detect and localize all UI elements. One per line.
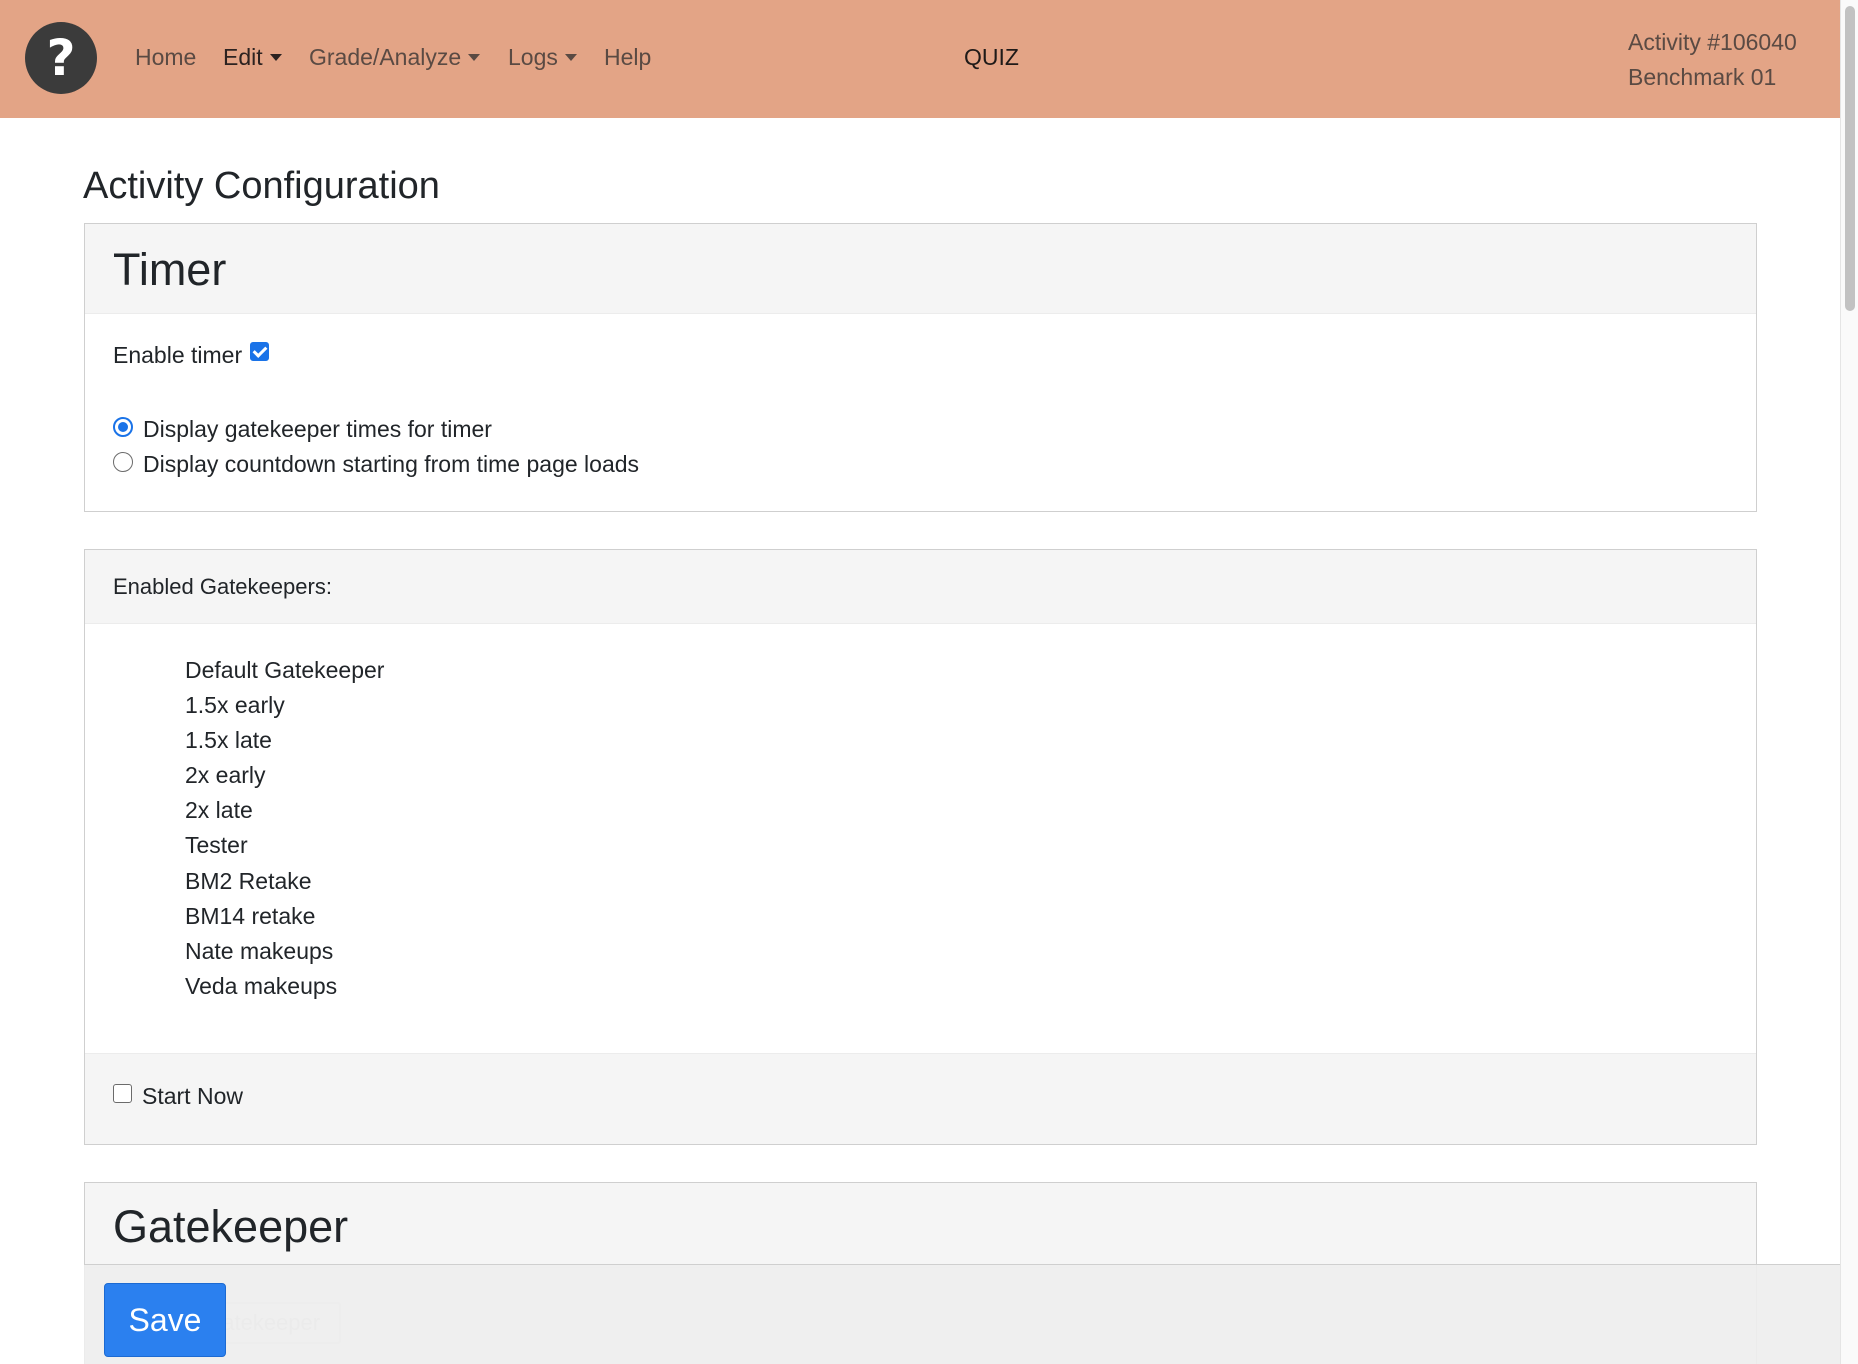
enable-timer-label: Enable timer — [113, 342, 243, 368]
activity-name: Benchmark 01 — [1628, 64, 1777, 90]
scrollbar-thumb[interactable] — [1845, 6, 1855, 311]
save-bar — [84, 1264, 1840, 1364]
page-title: Activity Configuration — [83, 165, 440, 207]
chevron-down-icon — [468, 54, 481, 61]
nav-grade-analyze[interactable]: Grade/Analyze — [309, 44, 481, 71]
list-item: 1.5x early — [185, 692, 285, 719]
list-item: 2x late — [185, 797, 253, 824]
save-button[interactable]: Save — [104, 1283, 226, 1357]
list-item: 2x early — [185, 762, 266, 789]
timer-option-countdown[interactable]: Display countdown starting from time pag… — [113, 451, 639, 478]
list-item: Tester — [185, 832, 248, 859]
timer-card-header: Timer — [85, 224, 1756, 314]
nav-home[interactable]: Home — [135, 44, 196, 71]
activity-type-title: QUIZ — [964, 44, 1019, 70]
page-scrollbar[interactable] — [1840, 0, 1858, 1364]
nav-home-label: Home — [135, 44, 197, 70]
nav-logs-label: Logs — [508, 44, 558, 70]
start-now-checkbox[interactable] — [113, 1084, 132, 1103]
nav-help-label: Help — [604, 44, 652, 70]
timer-card: Timer Enable timer Display gatekeeper ti… — [84, 223, 1757, 512]
enable-timer-checkbox[interactable] — [250, 342, 270, 361]
timer-option-countdown-radio[interactable] — [113, 451, 133, 472]
activity-id: Activity #106040 — [1628, 29, 1797, 55]
nav-edit[interactable]: Edit — [223, 44, 282, 71]
enabled-gatekeepers-header: Enabled Gatekeepers: — [85, 550, 1756, 624]
activity-info: Activity #106040 Benchmark 01 — [1628, 25, 1797, 95]
enabled-gatekeepers-card: Enabled Gatekeepers: Default Gatekeeper … — [84, 549, 1757, 1145]
timer-card-title: Timer — [113, 244, 227, 295]
timer-option-gatekeeper[interactable]: Display gatekeeper times for timer — [113, 416, 492, 443]
list-item: BM14 retake — [185, 902, 316, 929]
list-item: BM2 Retake — [185, 867, 312, 894]
nav-help[interactable]: Help — [604, 44, 651, 71]
nav-grade-analyze-label: Grade/Analyze — [309, 44, 462, 70]
gatekeeper-list: Default Gatekeeper 1.5x early 1.5x late … — [185, 653, 384, 1004]
start-now-row[interactable]: Start Now — [113, 1083, 243, 1110]
enabled-gatekeepers-footer: Start Now — [85, 1053, 1756, 1144]
help-logo-icon[interactable]: ? — [25, 22, 97, 94]
timer-option-countdown-label: Display countdown starting from time pag… — [143, 451, 640, 477]
nav-edit-label: Edit — [223, 44, 263, 70]
list-item: Default Gatekeeper — [185, 657, 385, 683]
list-item: 1.5x late — [185, 727, 272, 754]
enable-timer-row[interactable]: Enable timer — [113, 342, 270, 369]
timer-option-gatekeeper-radio[interactable] — [113, 416, 133, 437]
nav-logs[interactable]: Logs — [508, 44, 577, 71]
start-now-label: Start Now — [142, 1083, 243, 1109]
list-item: Nate makeups — [185, 937, 334, 964]
gatekeeper-card-header: Gatekeeper — [85, 1183, 1756, 1268]
top-navbar: ? Home Edit Grade/Analyze Logs Help QUIZ… — [0, 0, 1840, 118]
enabled-gatekeepers-title: Enabled Gatekeepers: — [113, 574, 332, 599]
chevron-down-icon — [564, 54, 577, 61]
list-item: Veda makeups — [185, 972, 338, 999]
chevron-down-icon — [269, 54, 282, 61]
timer-option-gatekeeper-label: Display gatekeeper times for timer — [143, 416, 492, 442]
gatekeeper-card-title: Gatekeeper — [113, 1201, 349, 1252]
